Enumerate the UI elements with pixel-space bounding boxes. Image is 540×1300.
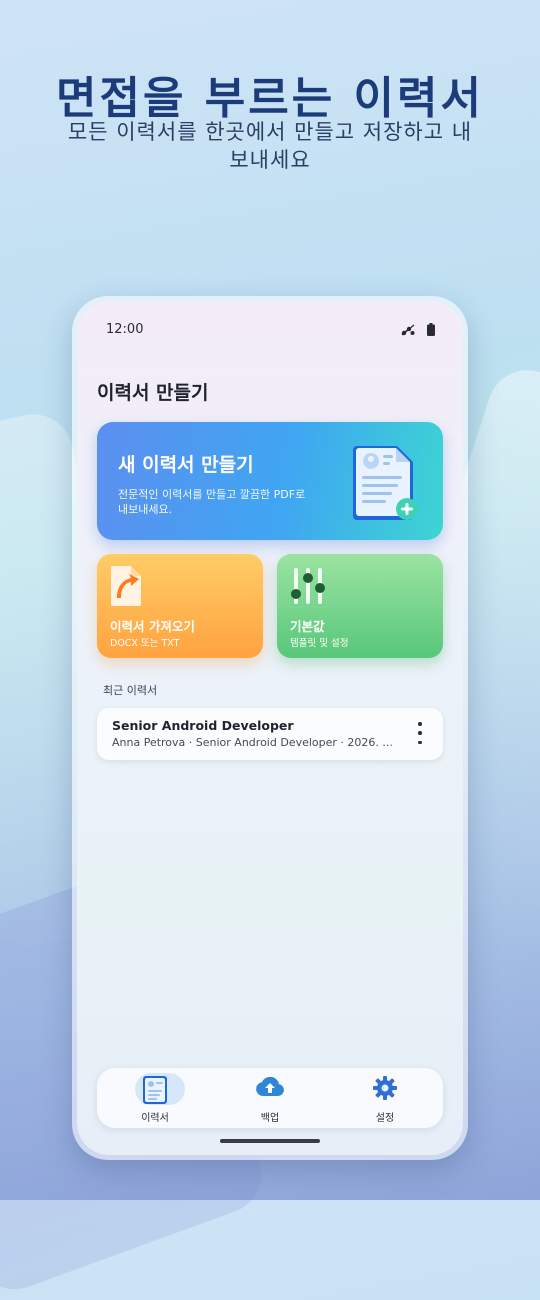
resume-subtitle: Anna Petrova · Senior Android Developer … bbox=[112, 736, 393, 749]
defaults-card[interactable]: 기본값 템플릿 및 설정 bbox=[277, 554, 443, 658]
phone-frame: 12:00 이력서 만들기 새 이력서 만들기 전문적인 이력서를 만들고 깔끔… bbox=[72, 296, 468, 1160]
nav-label-settings: 설정 bbox=[375, 1113, 395, 1124]
app-screen: 12:00 이력서 만들기 새 이력서 만들기 전문적인 이력서를 만들고 깔끔… bbox=[77, 301, 463, 1155]
defaults-subtitle: 템플릿 및 설정 bbox=[290, 638, 349, 649]
hero-title: 면접을 부르는 이력서 bbox=[56, 73, 484, 124]
list-item[interactable]: Senior Android Developer Anna Petrova · … bbox=[97, 708, 443, 760]
cloud-upload-icon bbox=[255, 1075, 285, 1103]
new-resume-card[interactable]: 새 이력서 만들기 전문적인 이력서를 만들고 깔끔한 PDF로 내보내세요. bbox=[97, 422, 443, 540]
import-resume-card[interactable]: 이력서 가져오기 DOCX 또는 TXT bbox=[97, 554, 263, 658]
signal-icon bbox=[401, 321, 415, 340]
nav-label-backup: 백업 bbox=[260, 1113, 280, 1124]
new-resume-title: 새 이력서 만들기 bbox=[118, 454, 254, 476]
more-options-icon[interactable] bbox=[413, 722, 427, 744]
resume-title: Senior Android Developer bbox=[112, 718, 294, 733]
nav-item-settings[interactable]: 설정 bbox=[327, 1068, 443, 1128]
nav-item-backup[interactable]: 백업 bbox=[212, 1068, 328, 1128]
nav-item-resumes[interactable]: 이력서 bbox=[97, 1068, 213, 1128]
import-document-icon bbox=[109, 564, 145, 612]
recent-resumes-label: 최근 이력서 bbox=[103, 684, 158, 697]
document-add-icon bbox=[351, 442, 421, 526]
import-resume-subtitle: DOCX 또는 TXT bbox=[110, 638, 180, 649]
home-indicator[interactable] bbox=[220, 1139, 320, 1143]
resume-icon bbox=[142, 1075, 168, 1109]
hero-subtitle: 모든 이력서를 한곳에서 만들고 저장하고 내보내세요 bbox=[67, 120, 473, 172]
new-resume-subtitle: 전문적인 이력서를 만들고 깔끔한 PDF로 내보내세요. bbox=[118, 488, 306, 516]
nav-label-resumes: 이력서 bbox=[141, 1113, 169, 1124]
import-resume-title: 이력서 가져오기 bbox=[110, 619, 195, 634]
gear-icon bbox=[372, 1075, 398, 1105]
defaults-title: 기본값 bbox=[290, 619, 325, 634]
battery-icon bbox=[427, 321, 435, 340]
status-time: 12:00 bbox=[106, 322, 144, 337]
screen-title: 이력서 만들기 bbox=[97, 382, 209, 404]
status-icons bbox=[401, 321, 435, 340]
sliders-icon bbox=[289, 564, 329, 612]
bottom-navigation: 이력서 백업 설정 bbox=[97, 1068, 443, 1128]
